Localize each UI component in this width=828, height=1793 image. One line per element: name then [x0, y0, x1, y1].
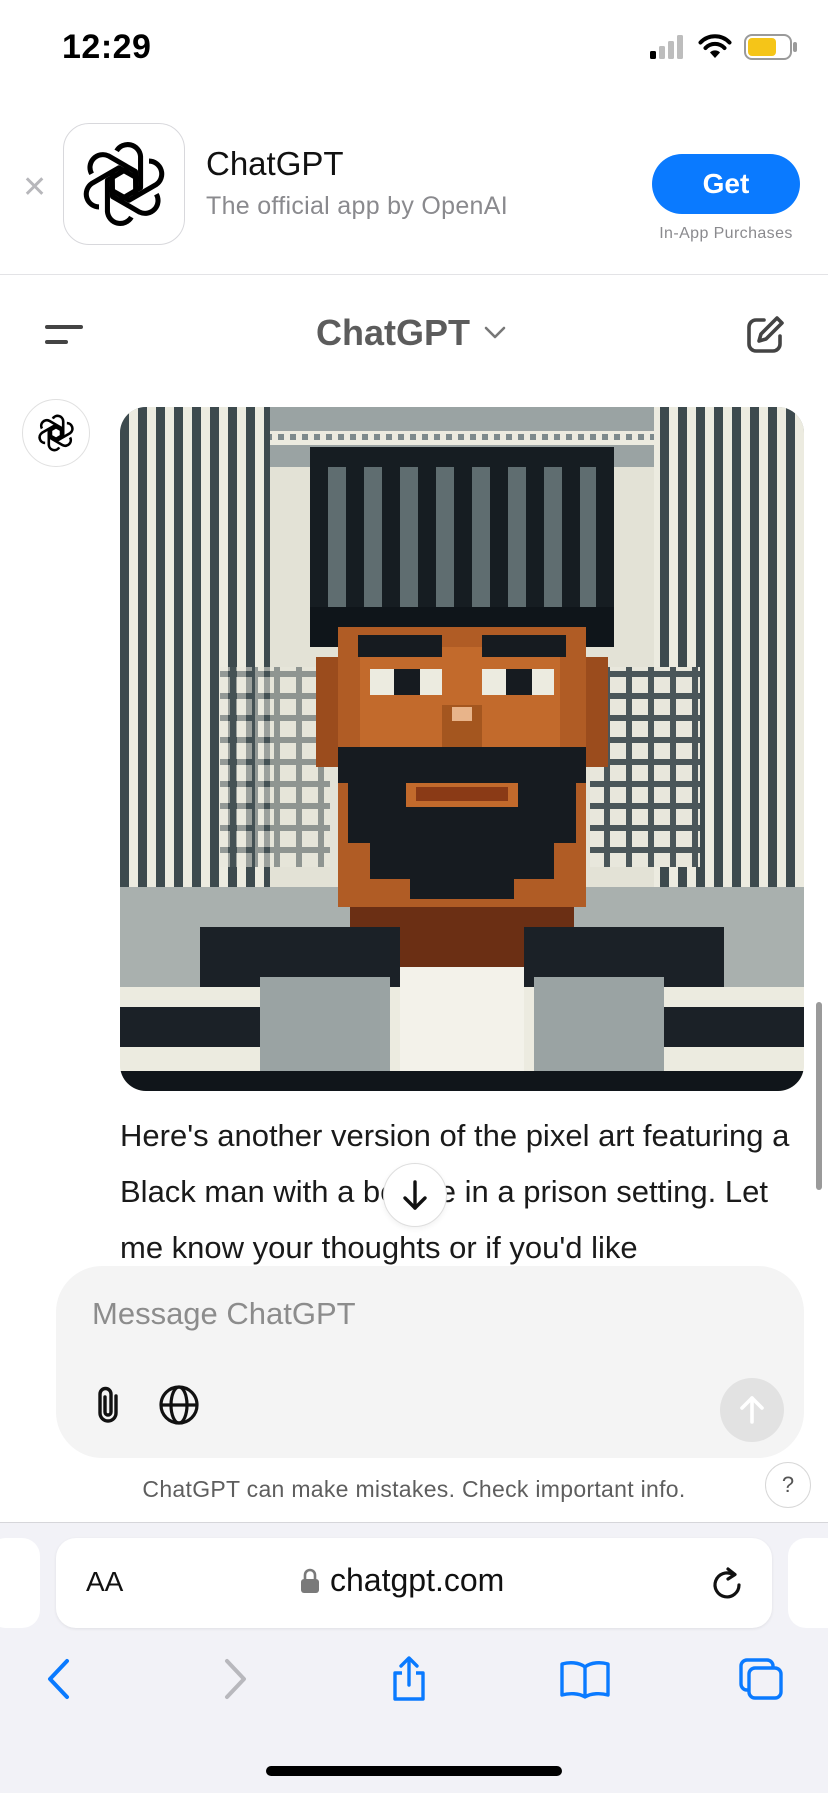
share-icon [393, 1656, 425, 1701]
url-display[interactable]: chatgpt.com [300, 1562, 504, 1599]
next-tab-preview[interactable] [788, 1538, 828, 1628]
tabs-icon [739, 1658, 783, 1700]
openai-logo-icon [38, 414, 74, 452]
bookmarks-button[interactable] [558, 1655, 612, 1703]
openai-logo-icon [83, 142, 165, 226]
message-composer[interactable] [56, 1266, 804, 1458]
new-chat-icon[interactable] [744, 314, 786, 356]
chevron-left-icon [48, 1659, 69, 1699]
divider [0, 274, 828, 275]
sidebar-menu-icon[interactable] [44, 318, 84, 350]
paperclip-icon[interactable] [88, 1382, 128, 1426]
status-icons [650, 34, 798, 60]
chevron-right-icon [225, 1659, 246, 1699]
tabs-button[interactable] [736, 1655, 786, 1703]
app-icon[interactable] [63, 123, 185, 245]
chat-title: ChatGPT [316, 312, 471, 353]
send-button[interactable] [720, 1378, 784, 1442]
arrow-up-icon [740, 1396, 764, 1424]
globe-icon[interactable] [158, 1384, 200, 1426]
close-icon[interactable]: ✕ [22, 170, 47, 205]
back-button[interactable] [36, 1655, 80, 1703]
message-input[interactable]: Message ChatGPT [92, 1296, 356, 1332]
reload-icon[interactable] [708, 1565, 746, 1603]
book-icon [560, 1661, 610, 1699]
app-subtitle: The official app by OpenAI [206, 192, 508, 220]
chevron-down-icon [484, 326, 506, 339]
previous-tab-preview[interactable] [0, 1538, 40, 1628]
lock-icon [301, 1568, 319, 1593]
wifi-icon [698, 34, 732, 58]
disclaimer-text: ChatGPT can make mistakes. Check importa… [142, 1476, 686, 1502]
assistant-message-text: Here's another version of the pixel art … [120, 1118, 790, 1265]
generated-pixel-art-image[interactable] [120, 407, 804, 1091]
battery-icon [744, 34, 797, 60]
app-name: ChatGPT [206, 145, 344, 182]
status-time: 12:29 [62, 28, 152, 66]
assistant-avatar [22, 399, 90, 467]
scroll-down-button[interactable] [383, 1163, 447, 1227]
get-button[interactable]: Get [652, 154, 800, 214]
home-indicator [266, 1766, 562, 1776]
model-selector[interactable]: ChatGPT [316, 312, 506, 354]
share-button[interactable] [387, 1655, 431, 1703]
scrollbar[interactable] [816, 1002, 822, 1190]
in-app-purchases-label: In-App Purchases [659, 225, 793, 242]
text-size-button[interactable]: AA [86, 1566, 123, 1598]
url-text: chatgpt.com [330, 1562, 505, 1598]
cellular-signal-icon [650, 35, 683, 59]
help-button[interactable]: ? [765, 1462, 811, 1508]
forward-button[interactable] [214, 1655, 258, 1703]
arrow-down-icon [403, 1180, 427, 1210]
